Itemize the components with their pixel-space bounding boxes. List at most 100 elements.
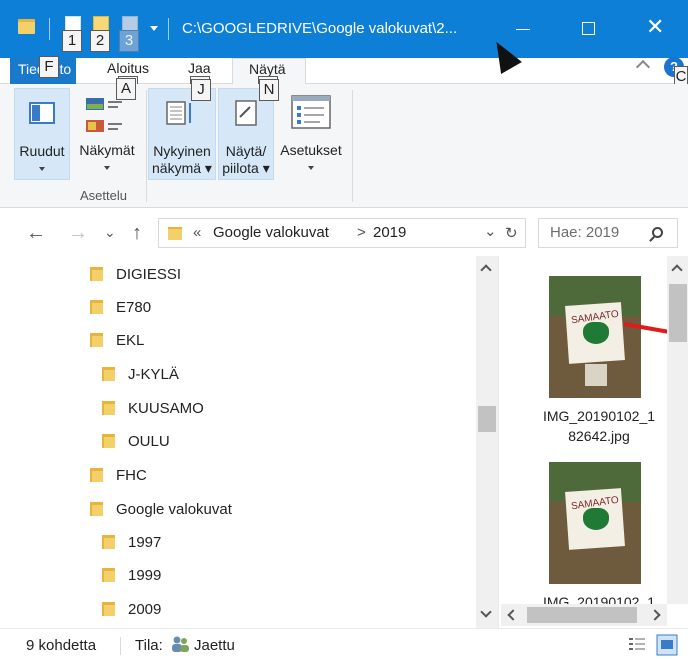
forward-arrow-icon[interactable]: → <box>68 222 88 245</box>
tree-item-label: DIGIESSI <box>116 266 182 283</box>
show-hide-line2: piilota <box>222 160 259 176</box>
tree-item[interactable]: OULU <box>102 429 170 455</box>
breadcrumb-separator[interactable]: > <box>357 224 366 241</box>
close-button[interactable]: ✕ <box>632 12 678 46</box>
tree-item-label: OULU <box>128 433 170 450</box>
files-scroll-thumb[interactable] <box>669 284 687 342</box>
qat-separator-2 <box>168 18 169 40</box>
item-count: 9 kohdetta <box>26 637 97 654</box>
tree-item[interactable]: 1999 <box>102 563 161 589</box>
options-dropdown-icon <box>308 166 314 170</box>
thumbnail-frog <box>583 322 609 344</box>
keytip-layouts: A <box>116 78 136 100</box>
folder-icon <box>18 19 35 34</box>
folder-icon <box>90 333 103 347</box>
large-icons-view-icon[interactable] <box>656 634 678 656</box>
tree-item[interactable]: FHC <box>90 463 147 489</box>
scroll-up-icon[interactable] <box>671 264 683 276</box>
tree-item[interactable]: Google valokuvat <box>90 497 232 523</box>
current-view-button[interactable]: J Nykyinen näkymä ▾ <box>148 79 216 180</box>
folder-icon <box>90 502 103 516</box>
status-bar: 9 kohdetta Tila: Jaettu <box>0 628 688 660</box>
tree-item-label: KUUSAMO <box>128 400 204 417</box>
file-thumbnail[interactable]: SAMAATO <box>549 462 641 584</box>
options-label: Asetukset <box>280 142 342 158</box>
file-name[interactable]: IMG_20190102_1 82642.jpg <box>529 406 669 446</box>
options-button[interactable]: Asetukset <box>278 88 344 180</box>
show-hide-button[interactable]: N Näytä/ piilota ▾ <box>218 79 279 180</box>
refresh-icon[interactable]: ↻ <box>505 224 518 242</box>
file-name-line1: IMG_20190102_1 <box>542 594 656 604</box>
tree-item-label: FHC <box>116 467 147 484</box>
panes-dropdown-icon <box>39 167 45 171</box>
maximize-button[interactable] <box>566 12 612 46</box>
address-dropdown-icon[interactable]: ⌄ <box>484 222 497 240</box>
qat-separator <box>49 18 50 40</box>
group-separator-2 <box>352 90 353 202</box>
current-view-icon <box>166 101 191 125</box>
navigation-bar: ← → ⌄ ↑ « Google valokuvat > 2019 ⌄ ↻ Ha… <box>0 208 688 256</box>
file-thumbnail[interactable]: SAMAATO <box>549 276 641 398</box>
folder-icon <box>102 401 115 415</box>
tree-item[interactable]: E780 <box>90 295 151 321</box>
layouts-label: Näkymät <box>79 142 135 158</box>
navigation-pane: DIGIESSI E780 EKL J-KYLÄ KUUSAMO OULU FH… <box>0 256 498 628</box>
address-overflow[interactable]: « <box>193 224 201 241</box>
keytip-1: 1 <box>62 30 82 52</box>
current-view-line1: Nykyinen <box>153 143 211 159</box>
keytip-3: 3 <box>119 30 139 52</box>
address-folder-icon <box>168 227 182 240</box>
up-arrow-icon[interactable]: ↑ <box>132 222 142 245</box>
layouts-button[interactable]: A Näkymät <box>74 78 140 180</box>
details-view-icon[interactable] <box>626 634 648 656</box>
folder-icon <box>90 300 103 314</box>
tree-item-label: EKL <box>116 332 145 349</box>
files-horizontal-scrollbar[interactable] <box>501 604 667 626</box>
close-icon: ✕ <box>646 14 665 39</box>
search-input[interactable]: Hae: 2019 <box>538 218 678 248</box>
customize-qat-icon[interactable] <box>150 26 158 31</box>
tree-item[interactable]: EKL <box>90 328 144 354</box>
panes-label: Ruudut <box>19 143 65 159</box>
state-label: Tila: <box>135 637 163 654</box>
folder-icon <box>102 535 115 549</box>
search-placeholder: Hae: 2019 <box>550 224 620 241</box>
search-icon[interactable] <box>652 227 663 238</box>
scroll-right-icon[interactable] <box>649 609 661 621</box>
folder-icon <box>102 568 115 582</box>
collapse-ribbon-icon[interactable] <box>635 59 651 75</box>
ribbon-tab-row: Tiedosto F Aloitus A Jaa J Näytä N <box>0 56 688 98</box>
show-hide-line1: Näytä/ <box>225 143 267 159</box>
tree-item-label: Google valokuvat <box>116 501 232 518</box>
tree-item[interactable]: J-KYLÄ <box>102 362 179 388</box>
file-name[interactable]: IMG_20190102_1 <box>529 592 669 604</box>
status-separator <box>120 637 121 655</box>
tree-item[interactable]: DIGIESSI <box>90 262 181 288</box>
group-separator <box>146 90 147 202</box>
tree-scroll-thumb[interactable] <box>478 406 496 432</box>
scroll-up-icon[interactable] <box>480 264 492 276</box>
tree-scrollbar[interactable] <box>476 256 498 628</box>
panes-button[interactable]: Ruudut <box>14 88 70 180</box>
breadcrumb-google-valokuvat[interactable]: Google valokuvat <box>213 224 329 241</box>
files-scrollbar[interactable] <box>667 256 688 604</box>
folder-icon <box>102 434 115 448</box>
tree-item-label: 2009 <box>128 601 162 618</box>
folder-icon <box>102 602 115 616</box>
scroll-down-icon[interactable] <box>480 606 492 618</box>
tree-item[interactable]: 1997 <box>102 530 161 556</box>
address-bar[interactable]: « Google valokuvat > 2019 ⌄ ↻ <box>158 218 526 248</box>
scroll-left-icon[interactable] <box>507 609 519 621</box>
back-arrow-icon[interactable]: ← <box>26 222 46 245</box>
tree-item-label: 1997 <box>128 534 162 551</box>
window-title: C:\GOOGLEDRIVE\Google valokuvat\2... <box>182 20 458 37</box>
recent-locations-icon[interactable]: ⌄ <box>104 224 116 241</box>
horizontal-scroll-thumb[interactable] <box>527 607 637 623</box>
keytip-show-hide: N <box>259 79 279 101</box>
ribbon: Ruudut A Näkymät Asettelu J Nykyinen näk… <box>0 78 688 208</box>
tree-item[interactable]: KUUSAMO <box>102 396 204 422</box>
tree-item[interactable]: 2009 <box>102 597 161 623</box>
show-hide-label: Näytä/ piilota ▾ <box>222 143 270 176</box>
layouts-dropdown-icon <box>104 166 110 170</box>
breadcrumb-2019[interactable]: 2019 <box>373 224 406 241</box>
